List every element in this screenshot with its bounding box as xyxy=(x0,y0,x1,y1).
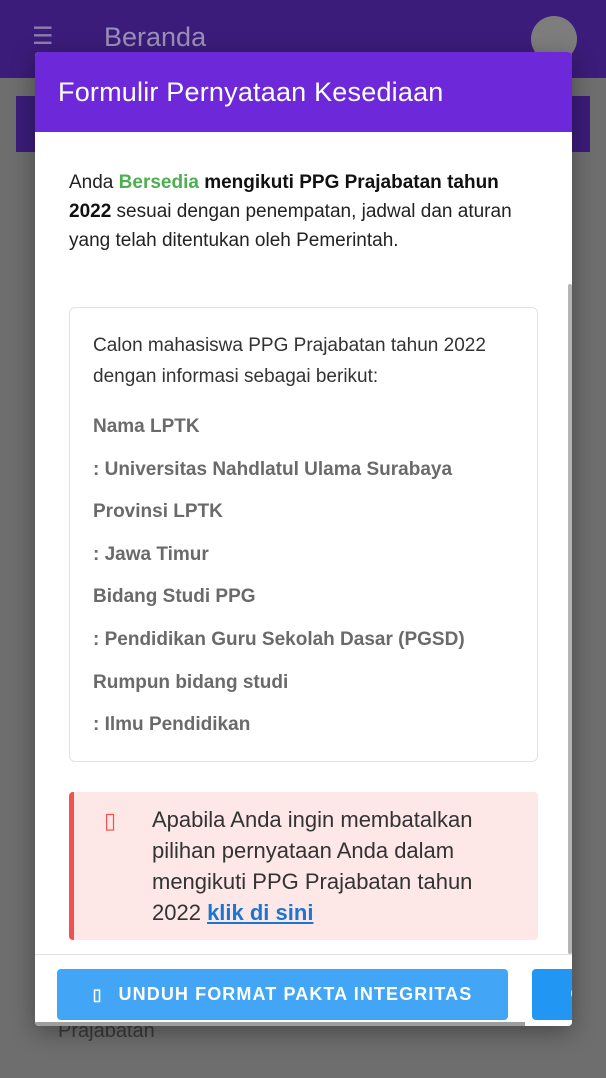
download-button-label: UNDUH FORMAT PAKTA INTEGRITAS xyxy=(118,984,473,1004)
horizontal-scrollbar[interactable] xyxy=(35,1022,525,1026)
info-card: Calon mahasiswa PPG Prajabatan tahun 202… xyxy=(69,307,538,762)
info-value-study-field: : Pendidikan Guru Sekolah Dasar (PGSD) xyxy=(93,628,465,650)
info-value-province: : Jawa Timur xyxy=(93,543,209,565)
menu-icon[interactable]: ☰ xyxy=(32,22,54,51)
info-label-province: Provinsi LPTK xyxy=(93,501,223,523)
info-label-study-field: Bidang Studi PPG xyxy=(93,586,256,608)
download-integrity-pact-button[interactable]: ▯ UNDUH FORMAT PAKTA INTEGRITAS xyxy=(57,969,508,1020)
intro-text-1: Anda xyxy=(69,172,119,193)
secondary-button[interactable]: C xyxy=(532,969,572,1020)
info-value-study-cluster: : Ilmu Pendidikan xyxy=(93,714,251,736)
warning-icon: ▯ xyxy=(104,807,117,833)
dialog-title: Formulir Pernyataan Kesediaan xyxy=(58,76,444,107)
intro-statement: Anda Bersedia mengikuti PPG Prajabatan t… xyxy=(69,168,538,255)
intro-accent: Bersedia xyxy=(118,172,199,193)
statement-dialog: Formulir Pernyataan Kesediaan Anda Berse… xyxy=(35,52,572,1026)
app-bar-title: Beranda xyxy=(104,22,207,52)
info-intro: Calon mahasiswa PPG Prajabatan tahun 202… xyxy=(93,335,486,387)
info-label-study-cluster: Rumpun bidang studi xyxy=(93,671,289,693)
intro-text-2: sesuai dengan penempatan, jadwal dan atu… xyxy=(69,201,512,251)
dialog-header: Formulir Pernyataan Kesediaan xyxy=(35,52,572,132)
dialog-body[interactable]: Anda Bersedia mengikuti PPG Prajabatan t… xyxy=(35,132,572,954)
dialog-footer: ▯ UNDUH FORMAT PAKTA INTEGRITAS C xyxy=(35,954,572,1026)
secondary-button-label: C xyxy=(571,984,573,1004)
cancel-link[interactable]: klik di sini xyxy=(207,900,313,925)
alert-text: Apabila Anda ingin membatalkan pilihan p… xyxy=(152,804,518,928)
download-icon: ▯ xyxy=(92,986,103,1004)
info-label-lptk: Nama LPTK xyxy=(93,416,200,437)
info-value-lptk: : Universitas Nahdlatul Ulama Surabaya xyxy=(93,458,453,480)
vertical-scrollbar[interactable] xyxy=(568,284,572,954)
cancel-alert: ▯ Apabila Anda ingin membatalkan pilihan… xyxy=(69,791,538,940)
